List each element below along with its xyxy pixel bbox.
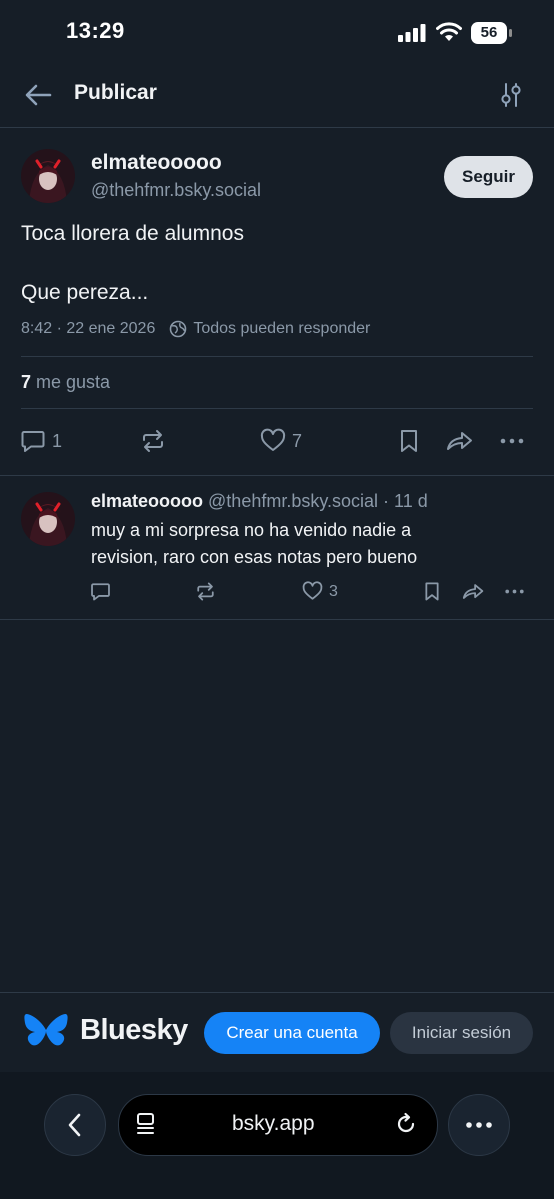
likes-summary[interactable]: 7 me gusta <box>21 372 110 393</box>
wifi-icon <box>436 22 462 42</box>
share-button[interactable] <box>446 428 474 454</box>
bookmark-button[interactable] <box>397 428 421 454</box>
share-icon <box>447 432 472 450</box>
reply-button[interactable]: 1 <box>20 428 62 454</box>
reply-repost-button[interactable] <box>195 581 216 602</box>
reply-author-name[interactable]: elmateooooo <box>91 491 203 511</box>
bookmark-icon <box>401 430 417 452</box>
avatar[interactable] <box>21 149 75 203</box>
create-account-button[interactable]: Crear una cuenta <box>204 1012 380 1054</box>
heart-icon <box>260 428 286 451</box>
reply-bookmark-button[interactable] <box>422 581 442 602</box>
divider <box>0 619 554 620</box>
reply-text-line-1: muy a mi sorpresa no ha venido nadie a <box>91 520 412 540</box>
reply-timestamp[interactable]: · 11 d <box>383 491 428 511</box>
reply-header: elmateooooo @thehfmr.bsky.social · 11 d <box>91 491 428 512</box>
cellular-signal-icon <box>398 24 426 42</box>
comment-icon <box>91 583 110 601</box>
like-count: 7 <box>292 430 303 451</box>
divider <box>21 408 533 409</box>
post-author-handle[interactable]: @thehfmr.bsky.social <box>91 180 261 201</box>
url-text[interactable]: bsky.app <box>232 1112 315 1136</box>
more-horizontal-icon <box>505 589 524 594</box>
post-text-line-2: Que pereza... <box>21 281 149 304</box>
thread-settings-button[interactable] <box>498 82 524 108</box>
reply-more-options-button[interactable] <box>504 581 525 602</box>
header-divider <box>0 127 554 128</box>
reply-text-line-2: revision, raro con esas notas pero bueno <box>91 547 418 567</box>
reply-like-button[interactable]: 3 <box>302 581 338 602</box>
brand-name: Bluesky <box>80 1014 188 1046</box>
battery-icon: 56 <box>471 22 513 44</box>
repost-icon <box>143 430 163 452</box>
battery-level: 56 <box>480 24 498 41</box>
arrow-left-icon <box>25 84 52 106</box>
heart-icon <box>302 581 323 600</box>
post-text-line-1: Toca llorera de alumnos <box>21 222 244 245</box>
reply-avatar[interactable] <box>21 492 75 546</box>
divider <box>21 356 533 357</box>
follow-button[interactable]: Seguir <box>444 156 533 198</box>
banner-divider <box>0 992 554 993</box>
likes-label: me gusta <box>36 372 111 392</box>
like-button[interactable]: 7 <box>260 428 302 454</box>
globe-icon <box>169 320 187 338</box>
reload-icon[interactable] <box>394 1112 418 1136</box>
bluesky-butterfly-icon <box>24 1013 68 1053</box>
back-button[interactable] <box>22 80 54 110</box>
reply-share-button[interactable] <box>462 581 485 602</box>
reply-reply-button[interactable] <box>90 581 111 602</box>
reply-author-handle[interactable]: @thehfmr.bsky.social <box>208 491 378 511</box>
more-horizontal-icon <box>466 1122 492 1128</box>
sign-in-button[interactable]: Iniciar sesión <box>390 1012 533 1054</box>
post-timestamp[interactable]: 8:42 · 22 ene 2026 <box>21 320 155 338</box>
browser-more-button[interactable] <box>448 1094 510 1156</box>
comment-icon <box>21 431 45 452</box>
post-meta: 8:42 · 22 ene 2026 Todos pueden responde… <box>21 320 370 338</box>
page-title: Publicar <box>74 81 157 104</box>
repost-button[interactable] <box>140 428 166 454</box>
reply-setting: Todos pueden responder <box>193 320 371 337</box>
repost-icon <box>197 582 214 601</box>
bookmark-icon <box>425 582 439 601</box>
tabs-icon[interactable] <box>136 1112 158 1136</box>
likes-count: 7 <box>21 372 32 392</box>
reply-count: 1 <box>52 430 63 451</box>
share-icon <box>462 584 484 599</box>
browser-back-button[interactable] <box>44 1094 106 1156</box>
more-options-button[interactable] <box>499 428 525 454</box>
divider <box>0 475 554 476</box>
more-horizontal-icon <box>500 438 524 444</box>
chevron-left-icon <box>68 1113 81 1137</box>
reply-like-count: 3 <box>329 582 338 600</box>
sliders-icon <box>501 83 521 107</box>
status-time: 13:29 <box>66 18 125 43</box>
post-author-name[interactable]: elmateooooo <box>91 151 222 175</box>
